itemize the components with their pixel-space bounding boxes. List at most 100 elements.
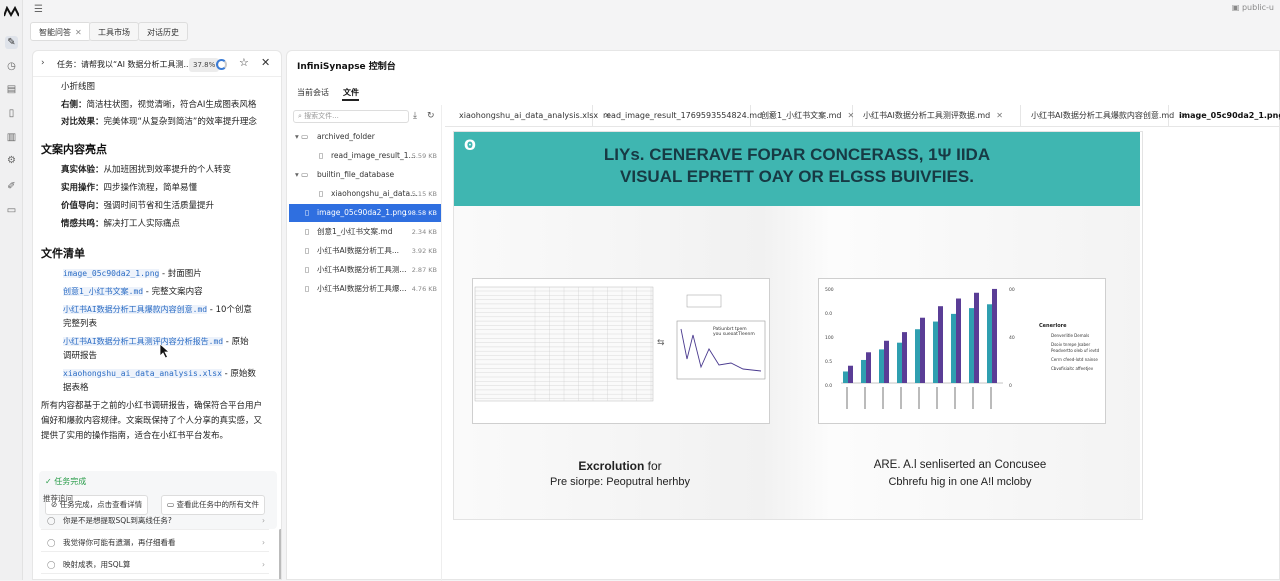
database-nav-icon[interactable]: ▤ — [5, 83, 18, 96]
suggested-question[interactable]: ◯ 你是不是想提取SQL到离线任务? › — [41, 511, 269, 530]
bar — [915, 329, 920, 383]
file-desc: - 10个创意 — [207, 305, 252, 315]
file-name: 小红书AI数据分析工具... — [317, 246, 399, 255]
file-item[interactable]: ▯ 小红书AI数据分析工具测... 2.87 KB — [289, 261, 441, 279]
file-link[interactable]: 小红书AI数据分析工具测评内容分析报告.md — [63, 337, 224, 346]
file-name: xiaohongshu_ai_data... — [331, 189, 418, 198]
message-content: 小折线图 右侧：简洁柱状图，视觉清晰，符合AI生成图表风格 对比效果：完美体现“… — [33, 77, 281, 579]
bar — [879, 349, 884, 383]
suggested-question[interactable]: ◯ 我觉得你可能有遗漏，再仔细看看 › — [41, 533, 269, 552]
bar — [861, 359, 866, 383]
file-size: 198.58 KB — [403, 209, 437, 217]
tab-chat-history[interactable]: 对话历史 — [138, 22, 188, 41]
file-name: image_05c90da2_1.png — [317, 208, 407, 217]
tab-current-session[interactable]: 当前会话 — [297, 87, 329, 98]
file-item[interactable]: ▯ 小红书AI数据分析工具爆... 4.76 KB — [289, 280, 441, 298]
file-name: 创意1_小红书文案.md — [317, 227, 393, 236]
file-icon: ▯ — [305, 246, 310, 255]
chart-nav-icon[interactable]: ▥ — [5, 131, 18, 144]
close-icon[interactable]: ✕ — [261, 56, 270, 69]
refresh-icon[interactable]: ↻ — [427, 111, 435, 121]
file-tab[interactable]: image_05c90da2_1.png✕ — [1169, 105, 1280, 126]
suggested-question[interactable]: ◯ 映射成表，用SQL算 › — [41, 555, 269, 574]
bullet-key: 价值导向： — [61, 201, 104, 211]
image-banner: ʘ LIYs. CENERAVE FOPAR CONCERASS, 1Ψ IID… — [454, 132, 1140, 206]
x-tick-label — [846, 387, 848, 409]
chat-bubble-icon: ◯ — [47, 560, 56, 569]
file-desc: - 原始数 — [221, 369, 256, 379]
spreadsheet-graphic: ⇆ — [474, 286, 766, 402]
file-item[interactable]: ▯ image_05c90da2_1.png 198.58 KB — [289, 204, 441, 222]
legend-list: Denverlitle Demals Dsoiv tnrepe Jsaber P… — [1051, 333, 1099, 372]
settings-nav-icon[interactable]: ⚙ — [5, 154, 18, 167]
x-tick-label — [990, 387, 992, 409]
bar — [843, 371, 848, 383]
file-desc-cont: 调研报告 — [63, 351, 98, 361]
tab-label: 对话历史 — [147, 28, 179, 37]
image-preview: ʘ LIYs. CENERAVE FOPAR CONCERASS, 1Ψ IID… — [453, 131, 1143, 520]
scrollbar[interactable] — [279, 529, 281, 579]
chat-panel: › 任务：请帮我以“AI 数据分析工具测... 37.8% ☆ ✕ 小折线图 右… — [32, 50, 282, 580]
file-size: 2.87 KB — [411, 266, 437, 274]
chat-nav-icon[interactable]: ✎ — [5, 36, 18, 49]
legend-title: Cenerlore — [1039, 323, 1067, 329]
chevron-right-icon: › — [262, 516, 265, 525]
file-item[interactable]: ▯ 创意1_小红书文案.md 2.34 KB — [289, 223, 441, 241]
legend-item: Peadvertto oleb uf ievtd — [1051, 348, 1100, 353]
file-link[interactable]: image_05c90da2_1.png — [63, 269, 160, 278]
file-link[interactable]: 小红书AI数据分析工具爆款内容创意.md — [63, 305, 208, 314]
file-list-item: image_05c90da2_1.png - 封面图片 — [63, 267, 202, 279]
file-tab[interactable]: 创意1_小红书文案.md ✕ — [751, 105, 854, 126]
file-search-input[interactable]: ⌕ 搜索文件... — [293, 110, 409, 123]
account-label[interactable]: ▣ public-u — [1232, 3, 1274, 12]
bullet-compare: 对比效果：完美体现“从复杂到简洁”的效率提升理念 — [61, 115, 257, 127]
x-tick-label — [954, 387, 956, 409]
file-tab[interactable]: 小红书AI数据分析工具爆款内容创意.md ✕ — [1021, 105, 1187, 126]
wallet-nav-icon[interactable]: ▭ — [5, 204, 18, 217]
highlights-heading: 文案内容亮点 — [41, 143, 107, 156]
banner-line-2: VISUAL EPRETT OAY OR ELGSS BUIVFIES. — [620, 167, 974, 186]
file-item[interactable]: ▯ xiaohongshu_ai_data... 5.15 KB — [289, 185, 441, 203]
history-nav-icon[interactable]: ◷ — [5, 60, 18, 73]
file-tab[interactable]: xiaohongshu_ai_data_analysis.xlsx ✕ — [449, 105, 611, 126]
download-icon[interactable]: ⤓ — [413, 111, 417, 121]
task-header: › 任务：请帮我以“AI 数据分析工具测... 37.8% ☆ ✕ — [33, 51, 281, 77]
tools-nav-icon[interactable]: ✐ — [5, 180, 18, 193]
file-desc-cont: 据表格 — [63, 383, 89, 393]
folder-item[interactable]: ▾ ▭ archived_folder — [289, 128, 441, 146]
bullet-value: 完美体现“从复杂到简洁”的效率提升理念 — [103, 117, 257, 127]
caption-rest: for — [644, 459, 662, 473]
file-name: 小红书AI数据分析工具爆... — [317, 284, 407, 293]
y-tick-label: 0.5 — [825, 359, 832, 365]
star-icon[interactable]: ☆ — [239, 56, 249, 69]
file-link[interactable]: 创意1_小红书文案.md — [63, 287, 144, 296]
file-item[interactable]: ▯ read_image_result_1... 5.59 KB — [289, 147, 441, 165]
file-link[interactable]: xiaohongshu_ai_data_analysis.xlsx — [63, 369, 222, 378]
file-tree: ⌕ 搜索文件... ⤓ ↻ ▾ ▭ archived_folder ▯ read_im… — [287, 105, 442, 581]
tab-files[interactable]: 文件 — [343, 87, 359, 98]
y-tick-label-right: 00 — [1009, 287, 1015, 293]
close-icon[interactable]: ✕ — [75, 28, 82, 37]
progress-badge: 37.8% — [189, 58, 220, 72]
x-tick-label — [900, 387, 902, 409]
file-size: 5.59 KB — [411, 152, 437, 160]
file-item[interactable]: ▯ 小红书AI数据分析工具... 3.92 KB — [289, 242, 441, 260]
chevron-right-icon[interactable]: › — [41, 58, 45, 68]
chat-bubble-icon: ◯ — [47, 516, 56, 525]
x-tick-label — [936, 387, 938, 409]
right-caption: ARE. A.l senliserted an Concusee — [873, 459, 1047, 471]
highlight-item: 情感共鸣：解决打工人实际痛点 — [61, 217, 180, 229]
tab-smart-qa[interactable]: 智能问答 ✕ — [30, 22, 91, 41]
top-tabbar: 智能问答 ✕ 工具市场 对话历史 — [23, 18, 1280, 43]
file-tab[interactable]: read_image_result_1769593554824.md ✕ — [593, 105, 775, 126]
close-icon[interactable]: ✕ — [996, 111, 1003, 120]
file-nav-icon[interactable]: ▯ — [5, 107, 18, 120]
folder-item[interactable]: ▾ ▭ builtin_file_database — [289, 166, 441, 184]
summary-line: 提供了实用的操作指南，适合在小红书平台发布。 — [41, 431, 229, 441]
file-tab[interactable]: 小红书AI数据分析工具测评数据.md ✕ — [853, 105, 1021, 126]
app-logo — [4, 6, 19, 18]
file-icon: ▯ — [305, 208, 310, 217]
console-panel: InfiniSynapse 控制台 当前会话 文件 ⌕ 搜索文件... ⤓ ↻ … — [286, 50, 1280, 581]
sidebar-toggle-icon[interactable]: ☰ — [34, 4, 43, 15]
tab-tool-market[interactable]: 工具市场 — [89, 22, 139, 41]
